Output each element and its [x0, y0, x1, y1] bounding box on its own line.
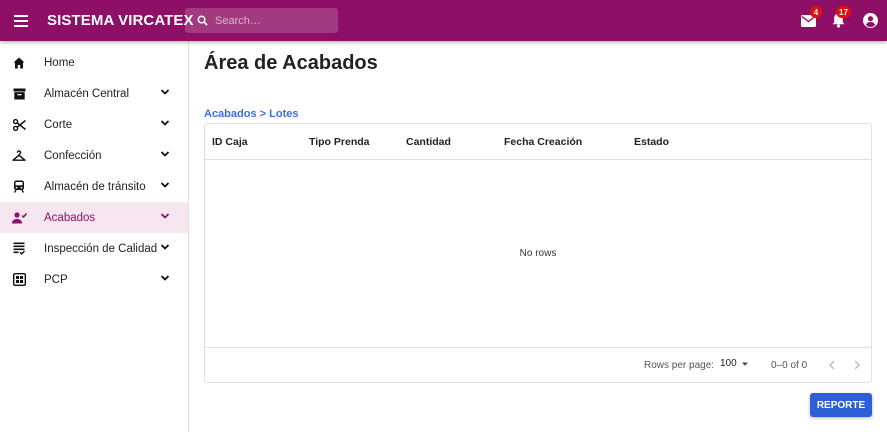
- sidebar-item-confeccion[interactable]: Confección: [0, 140, 188, 171]
- pagination-range: 0–0 of 0: [771, 360, 808, 371]
- data-grid: ID Caja Tipo Prenda Cantidad Fecha Creac…: [204, 123, 872, 383]
- app-title: SISTEMA VIRCATEX: [47, 12, 194, 29]
- sidebar-item-label: Home: [44, 56, 75, 69]
- grid-footer: Rows per page: 100 0–0 of 0: [205, 347, 871, 382]
- breadcrumb-parent-link[interactable]: Acabados: [204, 108, 257, 120]
- chevron-down-icon[interactable]: [160, 242, 170, 252]
- search-box[interactable]: [185, 8, 338, 33]
- empty-state-text: No rows: [519, 248, 557, 259]
- train-icon: [10, 178, 28, 196]
- chevron-down-icon[interactable]: [160, 87, 170, 97]
- column-header-tipo-prenda[interactable]: Tipo Prenda: [309, 124, 369, 160]
- notification-badge: 17: [836, 6, 851, 18]
- rows-per-page-value: 100: [720, 358, 737, 369]
- dropdown-arrow-icon: [741, 362, 748, 366]
- hanger-icon: [10, 147, 28, 165]
- archive-icon: [10, 85, 28, 103]
- sidebar-item-label: Confección: [44, 149, 102, 162]
- sidebar-item-pcp[interactable]: PCP: [0, 264, 188, 295]
- hamburger-menu-icon: [14, 14, 28, 27]
- checklist-icon: [10, 240, 28, 258]
- sidebar-item-label: Acabados: [44, 211, 96, 224]
- chevron-down-icon[interactable]: [160, 211, 170, 221]
- sidebar-item-label: Inspección de Calidad: [44, 242, 158, 255]
- grid-header: ID Caja Tipo Prenda Cantidad Fecha Creac…: [205, 124, 871, 160]
- app-bar: SISTEMA VIRCATEX 4 17: [0, 0, 887, 41]
- sidebar-item-label: PCP: [44, 273, 68, 286]
- home-icon: [10, 54, 28, 72]
- calendar-icon: [10, 271, 28, 289]
- sidebar-item-label: Almacén Central: [44, 87, 130, 100]
- sidebar-item-almacen-transito[interactable]: Almacén de tránsito: [0, 171, 188, 202]
- page-title: Área de Acabados: [204, 52, 378, 74]
- menu-button[interactable]: [1, 0, 41, 41]
- column-header-cantidad[interactable]: Cantidad: [406, 124, 451, 160]
- breadcrumb: Acabados > Lotes: [204, 108, 298, 120]
- chevron-left-icon: [829, 360, 835, 370]
- next-page-button[interactable]: [849, 357, 865, 373]
- notifications-button[interactable]: 17: [823, 0, 853, 41]
- chevron-down-icon[interactable]: [160, 149, 170, 159]
- rows-per-page-label: Rows per page:: [644, 360, 715, 371]
- search-icon: [197, 15, 208, 26]
- sidebar-item-home[interactable]: Home: [0, 47, 188, 78]
- account-circle-icon: [862, 13, 878, 28]
- breadcrumb-current[interactable]: Lotes: [269, 108, 298, 120]
- sidebar-item-corte[interactable]: Corte: [0, 109, 188, 140]
- mail-button[interactable]: 4: [793, 0, 823, 41]
- account-button[interactable]: [853, 0, 887, 41]
- sidebar-item-almacen-central[interactable]: Almacén Central: [0, 78, 188, 109]
- rows-per-page-select[interactable]: 100: [720, 358, 749, 369]
- scissors-icon: [10, 116, 28, 134]
- previous-page-button[interactable]: [824, 357, 840, 373]
- person-check-icon: [10, 209, 28, 227]
- search-input[interactable]: [215, 14, 325, 27]
- chevron-down-icon[interactable]: [160, 118, 170, 128]
- chevron-down-icon[interactable]: [160, 180, 170, 190]
- chevron-right-icon: [854, 360, 860, 370]
- column-header-id-caja[interactable]: ID Caja: [212, 124, 248, 160]
- column-header-fecha-creacion[interactable]: Fecha Creación: [504, 124, 582, 160]
- mail-badge: 4: [810, 6, 822, 18]
- sidebar-item-inspeccion-calidad[interactable]: Inspección de Calidad: [0, 233, 188, 264]
- chevron-down-icon[interactable]: [160, 273, 170, 283]
- sidebar: Home Almacén Central Corte Confección Al…: [0, 41, 189, 432]
- sidebar-item-label: Corte: [44, 118, 73, 131]
- column-header-estado[interactable]: Estado: [634, 124, 669, 160]
- sidebar-item-label: Almacén de tránsito: [44, 180, 146, 193]
- report-button[interactable]: REPORTE: [810, 393, 872, 417]
- breadcrumb-separator: >: [256, 108, 270, 120]
- sidebar-item-acabados[interactable]: Acabados: [0, 202, 188, 233]
